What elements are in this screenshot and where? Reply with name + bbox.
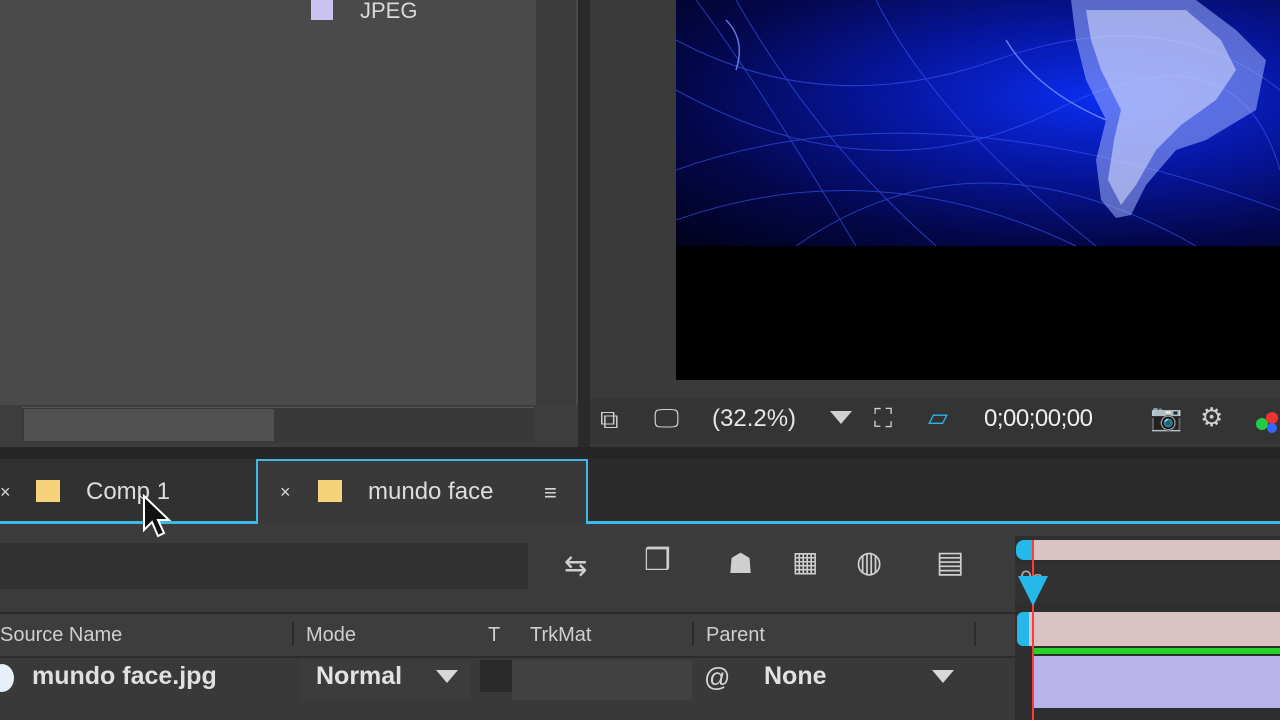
show-snapshot-icon[interactable]: ⚙ [1200, 404, 1223, 430]
column-track-matte[interactable]: TrkMat [530, 624, 591, 647]
draft-3d-icon[interactable]: ❒ [644, 546, 671, 576]
globe-render-graphic [676, 0, 1280, 246]
composition-preview-image [676, 0, 1280, 246]
shy-layers-icon[interactable]: ☗ [728, 550, 753, 578]
zoom-dropdown-icon[interactable] [830, 411, 852, 424]
region-of-interest-icon[interactable]: ⛶ [874, 405, 892, 431]
column-divider[interactable] [974, 622, 976, 646]
track-matte-cell [512, 660, 692, 700]
parent-value[interactable]: None [764, 662, 827, 691]
graph-editor-icon[interactable]: ▤ [936, 548, 964, 578]
project-item-type: JPEG [360, 0, 418, 23]
composition-duration-bar [1024, 612, 1280, 646]
column-divider[interactable] [292, 622, 294, 646]
column-parent[interactable]: Parent [706, 624, 765, 647]
comp-flowchart-icon[interactable]: ⇆ [564, 552, 587, 580]
composition-bar-start[interactable] [1017, 612, 1029, 646]
work-area-start-handle[interactable] [1016, 540, 1032, 560]
panel-divider-horizontal[interactable] [0, 447, 1280, 459]
transparency-grid-icon[interactable]: ▱ [928, 404, 948, 430]
chevron-down-icon[interactable] [436, 670, 458, 683]
column-source-name[interactable]: Source Name [0, 624, 122, 647]
chevron-down-icon[interactable] [932, 670, 954, 683]
time-ruler[interactable] [1015, 562, 1280, 602]
column-preserve-transparency[interactable]: T [488, 624, 500, 647]
blend-mode-value[interactable]: Normal [316, 662, 402, 691]
composition-icon [36, 480, 60, 502]
motion-blur-icon[interactable]: ◍ [856, 548, 882, 578]
snapshot-icon[interactable]: 📷 [1150, 404, 1182, 430]
always-preview-icon[interactable]: ⧉ [600, 406, 619, 432]
preserve-transparency-checkbox[interactable] [480, 660, 512, 692]
mouse-pointer-icon [142, 493, 172, 538]
layer-duration-bar[interactable] [1034, 656, 1280, 708]
render-cache-indicator [1034, 648, 1280, 654]
current-time-display[interactable]: 0;00;00;00 [984, 405, 1093, 433]
label-color-swatch[interactable] [311, 0, 333, 20]
display-icon[interactable]: 🖵 [654, 405, 679, 431]
column-divider[interactable] [692, 622, 694, 646]
time-graph-footer [1015, 708, 1280, 720]
layer-source-name[interactable]: mundo face.jpg [32, 662, 217, 691]
layer-search-input[interactable] [0, 543, 528, 589]
panel-divider-vertical[interactable] [578, 0, 590, 447]
layer-column-header [0, 612, 1015, 658]
channel-icon[interactable] [1254, 408, 1280, 434]
pick-whip-icon[interactable]: @ [704, 662, 730, 693]
tab-mundo-face-label[interactable]: mundo face [368, 478, 493, 506]
frame-blending-icon[interactable]: ▦ [792, 548, 818, 576]
project-vertical-scrollbar[interactable] [536, 0, 576, 405]
composition-icon [318, 480, 342, 502]
project-scroll-thumb[interactable] [24, 409, 274, 441]
tab-mundo-face-close-icon[interactable]: × [280, 482, 291, 503]
current-time-indicator-line[interactable] [1032, 540, 1034, 720]
tab-comp-1-close-icon[interactable]: × [0, 482, 11, 503]
magnification-ratio[interactable]: (32.2%) [712, 405, 796, 433]
project-panel [0, 0, 578, 447]
panel-menu-icon[interactable]: ≡ [544, 480, 557, 506]
current-time-indicator-head[interactable] [1018, 576, 1048, 606]
work-area-bar[interactable] [1024, 540, 1280, 560]
column-mode[interactable]: Mode [306, 624, 356, 647]
